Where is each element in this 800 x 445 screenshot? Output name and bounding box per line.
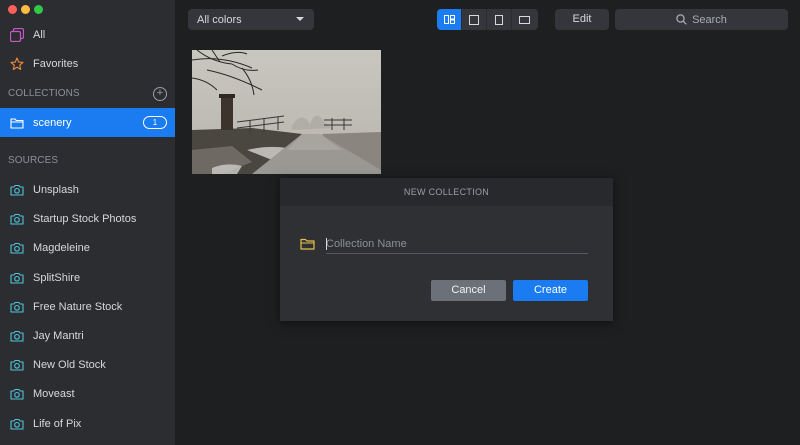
view-mode-group [437,9,538,30]
sidebar-item-label: Free Nature Stock [33,300,123,313]
sidebar-item-label: New Old Stock [33,358,106,371]
camera-icon [9,386,25,402]
sidebar-item-label: scenery [33,116,72,129]
grid-view-icon [443,15,455,24]
create-button[interactable]: Create [513,280,588,301]
window-controls [8,5,43,14]
camera-icon [9,328,25,344]
sidebar-item-label: Moveast [33,387,75,400]
camera-icon [9,416,25,432]
chevron-down-icon [296,17,304,21]
sidebar-item-source[interactable]: Unsplash [0,175,175,204]
cancel-button[interactable]: Cancel [431,280,506,301]
minimize-window-button[interactable] [21,5,30,14]
toolbar: All colors Edit Search [175,0,800,38]
sidebar-item-source[interactable]: Startup Stock Photos [0,204,175,233]
sidebar-item-label: Unsplash [33,183,79,196]
sidebar-item-label: Favorites [33,57,79,70]
star-icon [9,56,25,72]
sidebar-item-label: Startup Stock Photos [33,212,137,225]
portrait-view-button[interactable] [487,9,512,30]
sidebar-item-source[interactable]: Jay Mantri [0,321,175,350]
single-view-button[interactable] [462,9,487,30]
edit-button[interactable]: Edit [555,9,609,30]
sidebar-item-favorites[interactable]: Favorites [0,49,175,78]
folder-icon [300,238,315,253]
camera-icon [9,299,25,315]
sidebar-item-source[interactable]: Moveast [0,379,175,408]
count-badge: 1 [143,116,167,129]
photo-thumbnail[interactable] [192,50,381,174]
color-filter-value: All colors [197,13,242,26]
sidebar-item-label: Jay Mantri [33,329,84,342]
sidebar-item-source[interactable]: Free Nature Stock [0,292,175,321]
single-view-icon [469,14,479,25]
landscape-view-button[interactable] [512,9,537,30]
search-icon [676,14,687,25]
collections-header: COLLECTIONS [8,88,80,99]
color-filter-select[interactable]: All colors [188,9,314,30]
close-window-button[interactable] [8,5,17,14]
camera-icon [9,270,25,286]
all-photos-icon [9,27,25,43]
sidebar-item-source[interactable]: SplitShire [0,263,175,292]
maximize-window-button[interactable] [34,5,43,14]
search-placeholder: Search [692,13,727,26]
grid-view-button[interactable] [437,9,462,30]
portrait-view-icon [495,14,503,25]
sidebar-item-label: SplitShire [33,271,81,284]
search-field[interactable]: Search [615,9,788,30]
sidebar-item-all[interactable]: All [0,20,175,49]
camera-icon [9,182,25,198]
add-collection-button[interactable]: + [153,87,167,101]
new-collection-dialog: NEW COLLECTION Cancel Create [280,178,613,321]
sidebar-item-source[interactable]: Magdeleine [0,233,175,262]
camera-icon [9,211,25,227]
camera-icon [9,240,25,256]
folder-icon [9,115,25,131]
text-cursor [326,238,327,250]
sidebar-item-scenery[interactable]: scenery 1 [0,108,175,137]
sources-header: SOURCES [8,155,59,166]
sidebar-item-label: All [33,28,46,41]
sidebar-item-source[interactable]: Life of Pix [0,409,175,438]
sidebar-item-label: Magdeleine [33,241,90,254]
collection-name-input[interactable] [326,234,588,254]
sidebar-item-source[interactable]: New Old Stock [0,350,175,379]
camera-icon [9,357,25,373]
landscape-view-icon [519,15,530,24]
dialog-title: NEW COLLECTION [280,178,613,206]
sidebar-item-label: Life of Pix [33,417,82,430]
sidebar: All Favorites COLLECTIONS + scenery 1 SO… [0,0,175,445]
